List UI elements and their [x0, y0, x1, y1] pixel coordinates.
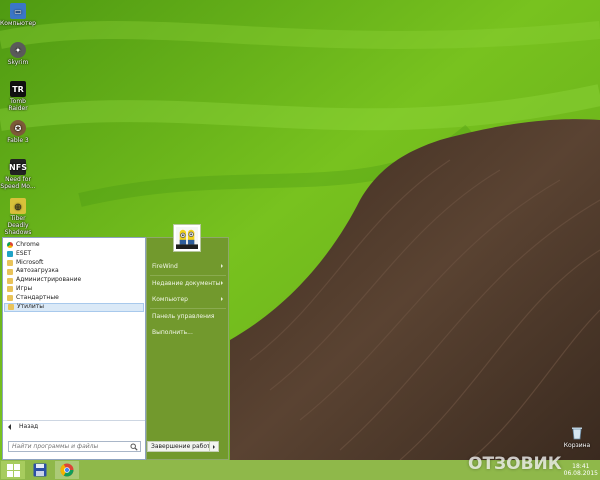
control-panel-label: Панель управления [152, 313, 215, 320]
program-folder-accessories[interactable]: Стандартные [4, 294, 144, 303]
shutdown-label: Завершение работы [151, 443, 216, 450]
start-menu-programs-pane: Chrome ESET Microsoft Автозагрузка Админ… [2, 237, 146, 460]
shutdown-options-button[interactable] [209, 441, 219, 452]
program-folder-administration[interactable]: Администрирование [4, 276, 144, 285]
folder-icon [7, 259, 13, 266]
computer-icon: ▭ [10, 3, 26, 19]
program-label: Игры [16, 284, 33, 292]
program-item-eset[interactable]: ESET [4, 250, 144, 259]
program-label: Администрирование [16, 276, 82, 284]
skyrim-icon: ✦ [10, 42, 26, 58]
taskbar-app-disk[interactable] [28, 461, 52, 479]
desktop-icon-label: Fable 3 [7, 137, 29, 144]
program-label: Chrome [16, 241, 40, 248]
computer-item[interactable]: Компьютер [150, 294, 226, 305]
desktop-icon-label: Tomb Raider [8, 98, 28, 112]
chevron-right-icon [221, 264, 223, 268]
start-button[interactable] [1, 461, 25, 479]
menu-divider [150, 275, 226, 276]
folder-icon [7, 286, 13, 293]
chrome-icon [60, 463, 74, 477]
eset-icon [7, 251, 13, 258]
desktop-icon-fable[interactable]: ✪ Fable 3 [0, 120, 36, 158]
chrome-icon [7, 242, 13, 249]
desktop-icon-label: Skyrim [7, 59, 29, 66]
folder-icon [7, 268, 13, 275]
back-button[interactable]: Назад [3, 420, 145, 432]
taskbar-app-chrome[interactable] [55, 461, 79, 479]
desktop-icon-label: Компьютер [0, 20, 36, 27]
program-list: Chrome ESET Microsoft Автозагрузка Админ… [4, 241, 144, 312]
user-name: FireWind [152, 263, 178, 270]
clock-time: 18:41 [572, 463, 590, 470]
desktop-icons: ▭ Компьютер ✦ Skyrim TR Tomb Raider ✪ Fa… [0, 2, 36, 237]
program-label: Утилиты [17, 302, 45, 310]
folder-icon [8, 304, 14, 311]
start-menu-places-pane: FireWind Недавние документы Компьютер Па… [146, 237, 229, 460]
clock-date: 06.08.2015 [563, 470, 598, 477]
chevron-right-icon [221, 281, 223, 285]
program-label: Microsoft [16, 258, 44, 266]
computer-label: Компьютер [152, 296, 188, 303]
desktop-icon-computer[interactable]: ▭ Компьютер [0, 3, 36, 41]
menu-divider [150, 308, 226, 309]
recent-documents-item[interactable]: Недавние документы [150, 278, 226, 289]
program-label: Стандартные [16, 293, 59, 301]
nfs-icon: NFS [9, 159, 27, 175]
recycle-bin-icon [572, 427, 582, 440]
back-arrow-icon [8, 423, 11, 430]
desktop-icon-label: Tiber Deadly Shadows [4, 215, 32, 236]
watermark: ОТЗОВИК [468, 454, 562, 474]
start-search-box[interactable] [8, 441, 141, 452]
program-folder-startup[interactable]: Автозагрузка [4, 267, 144, 276]
desktop-icon-label: Need for Speed Mo... [0, 176, 36, 190]
fable-icon: ✪ [10, 120, 26, 136]
floppy-disk-icon [33, 463, 47, 477]
folder-icon [7, 295, 13, 302]
desktop-icon-tomb-raider[interactable]: TR Tomb Raider [0, 81, 36, 119]
program-item-chrome[interactable]: Chrome [4, 241, 144, 250]
program-folder-microsoft[interactable]: Microsoft [4, 259, 144, 268]
desktop-icon-skyrim[interactable]: ✦ Skyrim [0, 42, 36, 80]
user-avatar[interactable] [173, 224, 201, 252]
windows-logo-icon [6, 463, 20, 477]
recent-documents-label: Недавние документы [152, 280, 221, 287]
folder-icon [7, 277, 13, 284]
thief-icon: ◎ [10, 198, 26, 214]
minion-avatar-icon [176, 227, 198, 249]
clock[interactable]: 18:41 06.08.2015 [564, 463, 598, 477]
system-tray: 18:41 06.08.2015 [560, 460, 598, 480]
search-input[interactable] [9, 442, 130, 451]
tomb-raider-icon: TR [10, 81, 26, 97]
program-label: Автозагрузка [16, 267, 59, 275]
program-label: ESET [16, 249, 32, 257]
run-label: Выполнить... [152, 329, 193, 336]
user-folder-item[interactable]: FireWind [150, 261, 226, 272]
search-icon[interactable] [130, 443, 138, 451]
program-folder-games[interactable]: Игры [4, 285, 144, 294]
run-item[interactable]: Выполнить... [150, 327, 226, 338]
recycle-bin-label: Корзина [563, 442, 591, 449]
program-folder-utilities[interactable]: Утилиты [4, 302, 144, 312]
back-label: Назад [19, 423, 39, 430]
desktop-icon-thief[interactable]: ◎ Tiber Deadly Shadows [0, 198, 36, 236]
desktop-icon-recycle-bin[interactable]: Корзина [562, 426, 592, 449]
chevron-right-icon [221, 297, 223, 301]
control-panel-item[interactable]: Панель управления [150, 311, 226, 322]
shutdown-button[interactable]: Завершение работы [147, 441, 218, 452]
desktop-icon-nfs[interactable]: NFS Need for Speed Mo... [0, 159, 36, 197]
